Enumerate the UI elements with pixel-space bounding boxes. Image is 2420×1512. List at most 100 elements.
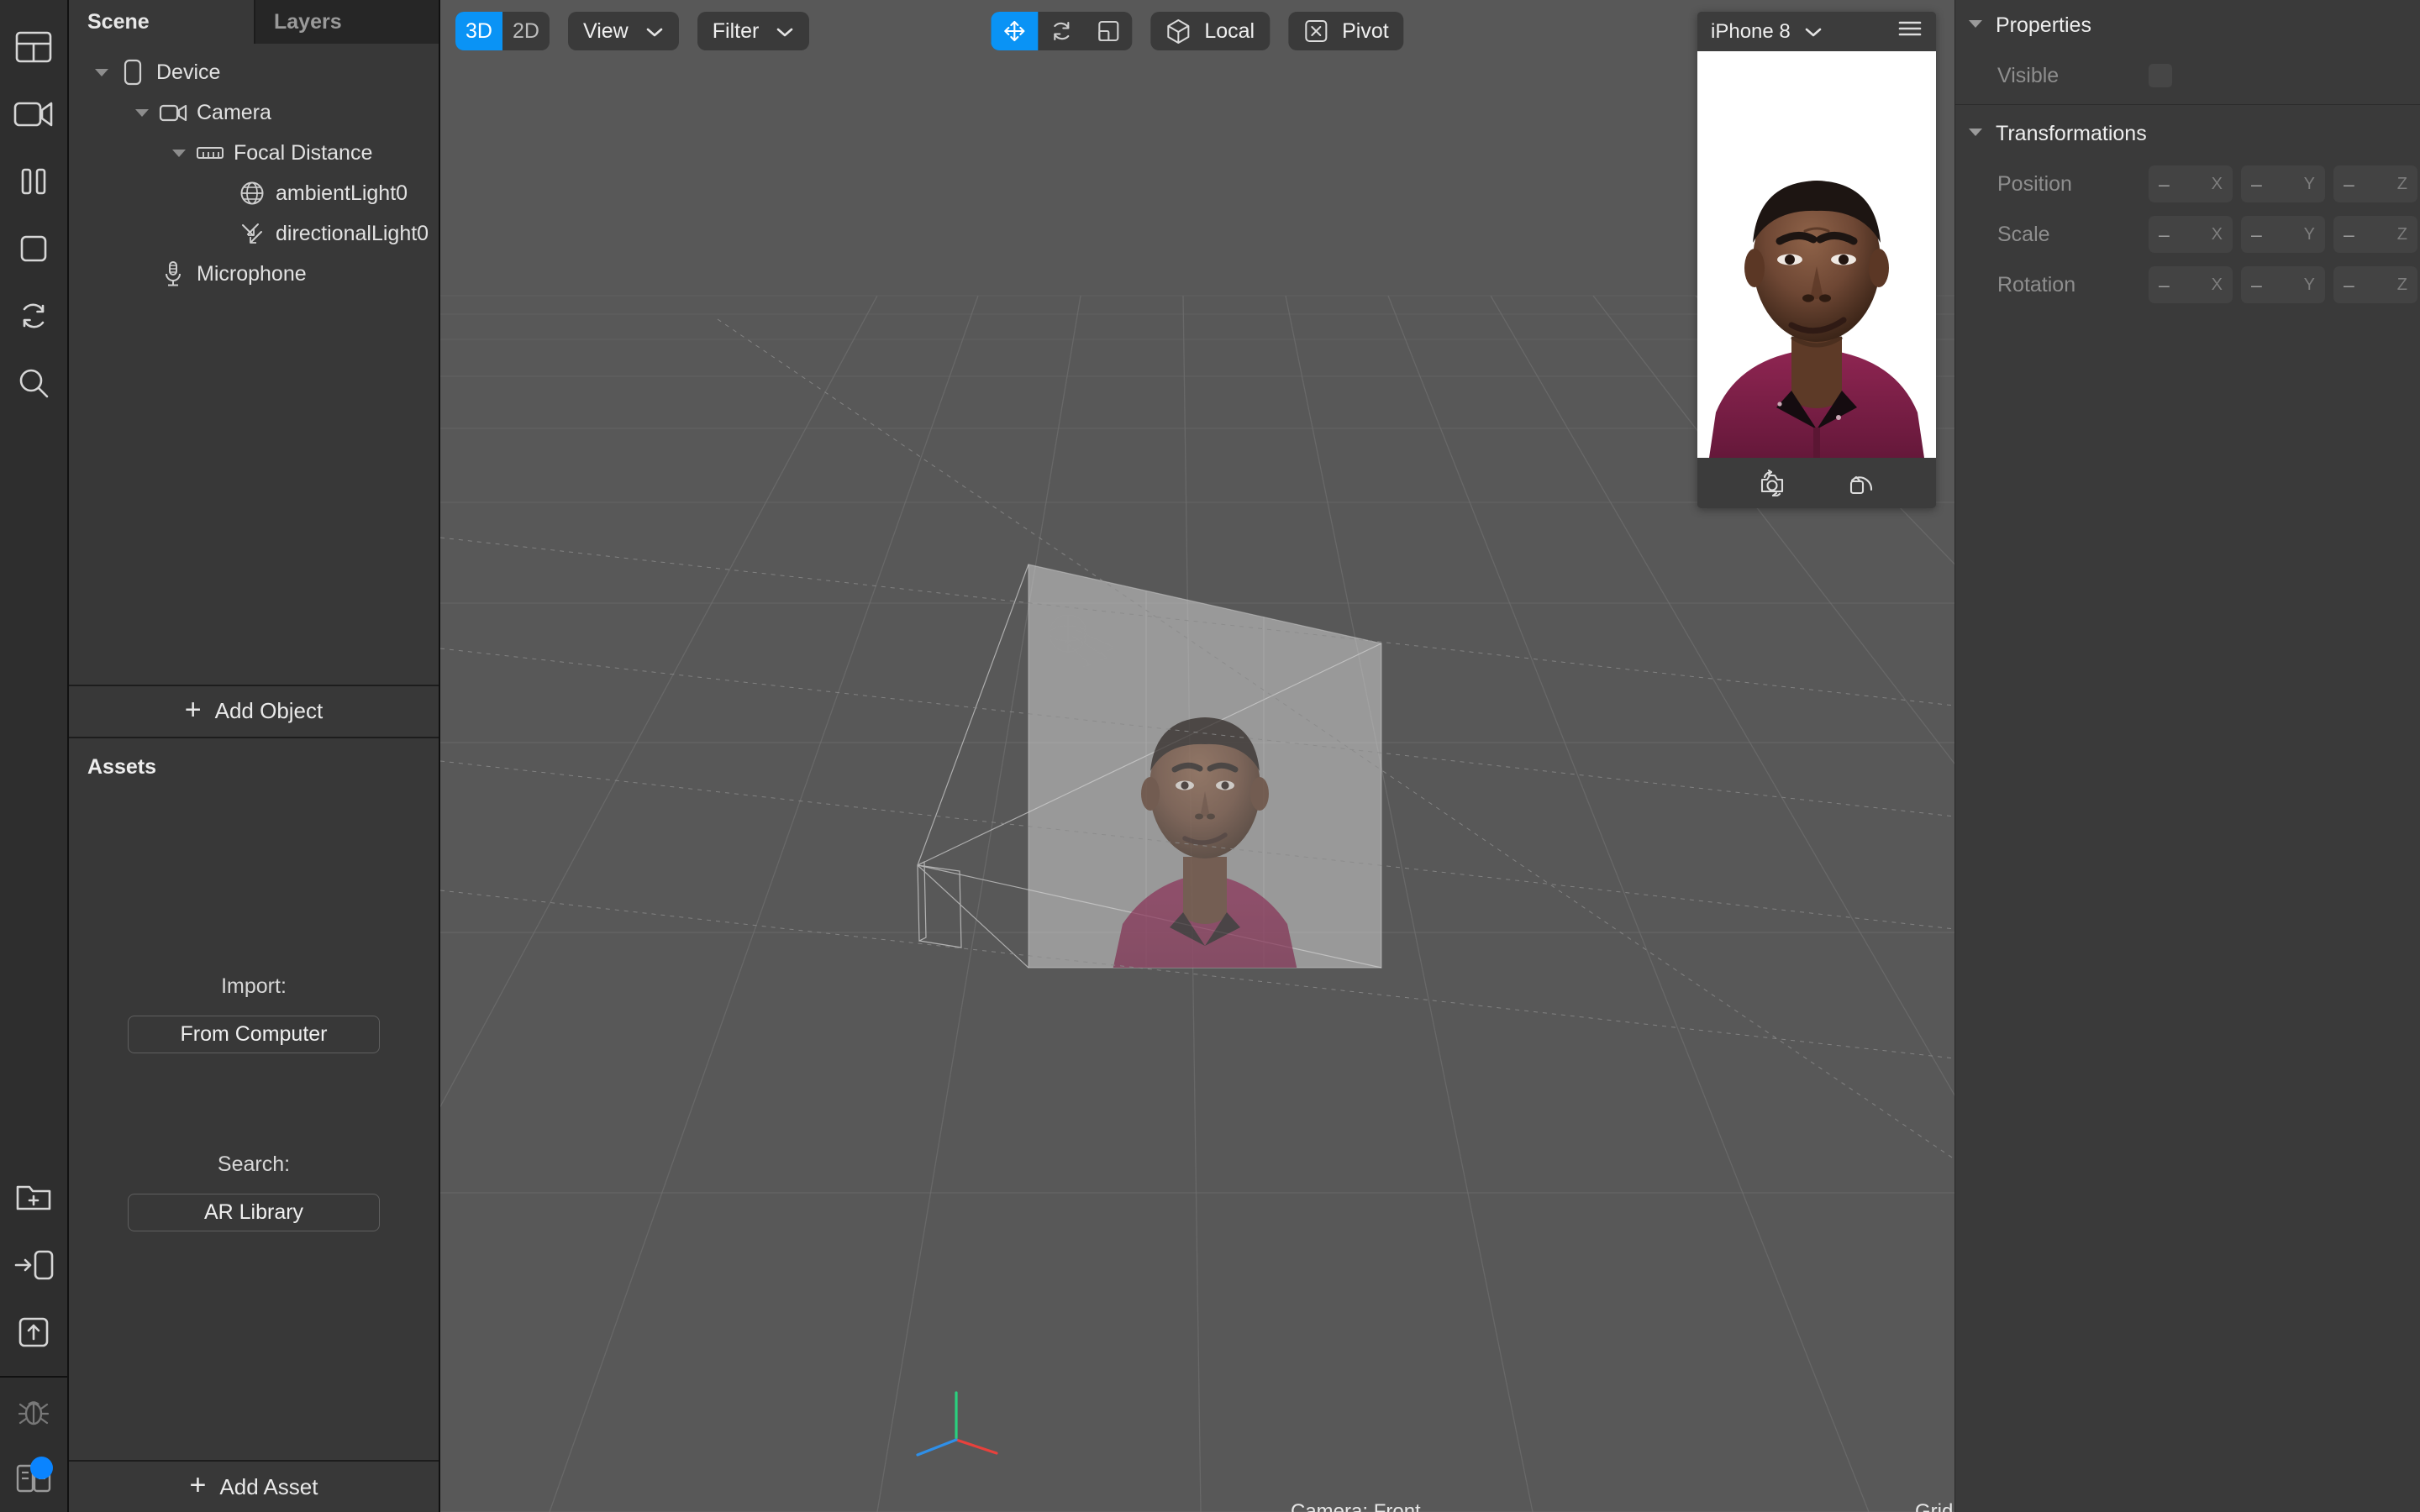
plus-icon: +	[189, 1469, 207, 1501]
position-y-axis: Y	[2303, 174, 2315, 193]
chevron-down-icon	[776, 19, 794, 44]
scene-sidebar: Scene Layers Device Camera Focal Distanc…	[69, 0, 440, 1512]
scale-y-field[interactable]: – Y	[2241, 216, 2325, 253]
properties-panel: Properties Visible Transformations Posit…	[1954, 0, 2420, 1512]
scale-fields: – X – Y – Z	[2149, 216, 2417, 253]
layout-icon[interactable]	[0, 13, 68, 81]
send-to-device-icon[interactable]	[0, 1231, 68, 1299]
chevron-down-icon[interactable]	[91, 61, 113, 83]
scale-x-value: –	[2159, 223, 2170, 245]
visible-label: Visible	[1997, 63, 2060, 87]
tree-item-label: ambientLight0	[276, 181, 408, 205]
globe-icon	[237, 178, 267, 208]
assets-title: Assets	[87, 754, 156, 779]
visible-checkbox[interactable]	[2149, 64, 2172, 87]
docs-icon[interactable]	[0, 1445, 68, 1512]
scale-z-axis: Z	[2396, 224, 2407, 244]
assets-search-group: Search: AR Library	[69, 1152, 439, 1231]
import-caption: Import:	[221, 974, 287, 998]
tree-item-focal-distance[interactable]: Focal Distance	[69, 133, 439, 173]
rotation-y-field[interactable]: – Y	[2241, 266, 2325, 303]
rotation-label: Rotation	[1997, 272, 2076, 297]
viewport-toolbar-left: 3D 2D View Filter	[455, 12, 810, 50]
rotation-row: Rotation – X – Y – Z	[1955, 260, 2420, 310]
transformations-section-title: Transformations	[1996, 121, 2147, 145]
export-icon[interactable]	[0, 1299, 68, 1366]
chevron-down-icon[interactable]	[1967, 18, 1984, 34]
axis-gizmo	[916, 1391, 998, 1457]
rotation-y-value: –	[2251, 273, 2262, 296]
scale-tool-icon[interactable]	[1085, 12, 1132, 50]
position-y-value: –	[2251, 172, 2262, 195]
camera-icon[interactable]	[0, 81, 68, 148]
square-icon[interactable]	[0, 215, 68, 282]
local-space-button[interactable]: Local	[1150, 12, 1270, 50]
position-x-axis: X	[2211, 174, 2223, 193]
new-folder-icon[interactable]	[0, 1164, 68, 1231]
pivot-button[interactable]: Pivot	[1288, 12, 1404, 50]
notification-badge	[30, 1457, 53, 1479]
scale-x-field[interactable]: – X	[2149, 216, 2233, 253]
viewport-toolbar-center: Local Pivot	[991, 12, 1404, 50]
chevron-down-icon[interactable]	[1804, 20, 1823, 44]
mode-3d-button[interactable]: 3D	[455, 12, 502, 50]
axis-z	[916, 1438, 958, 1457]
position-z-field[interactable]: – Z	[2333, 165, 2417, 202]
mode-2d-button[interactable]: 2D	[502, 12, 550, 50]
filter-dropdown[interactable]: Filter	[697, 12, 810, 50]
pause-icon[interactable]	[0, 148, 68, 215]
scale-z-field[interactable]: – Z	[2333, 216, 2417, 253]
scale-y-value: –	[2251, 223, 2262, 245]
device-preview-screen[interactable]	[1697, 51, 1936, 458]
ar-library-button[interactable]: AR Library	[128, 1193, 380, 1231]
axis-x	[955, 1438, 998, 1455]
switch-camera-icon[interactable]	[1757, 470, 1787, 496]
rotate-device-icon[interactable]	[1848, 470, 1876, 496]
rotation-x-field[interactable]: – X	[2149, 266, 2233, 303]
cube-icon	[1165, 18, 1191, 45]
tree-item-label: Microphone	[197, 261, 307, 286]
properties-section-header[interactable]: Properties	[1955, 0, 2420, 50]
scale-label: Scale	[1997, 222, 2050, 246]
chevron-down-icon[interactable]	[168, 142, 190, 164]
tree-item-device[interactable]: Device	[69, 52, 439, 92]
rail-utility-group	[0, 1378, 68, 1512]
position-y-field[interactable]: – Y	[2241, 165, 2325, 202]
search-icon[interactable]	[0, 349, 68, 417]
scale-z-value: –	[2344, 223, 2354, 245]
device-preview-header[interactable]: iPhone 8	[1697, 12, 1936, 51]
hamburger-menu-icon[interactable]	[1897, 19, 1923, 44]
assets-body: Import: From Computer Search: AR Library	[69, 780, 439, 1461]
bug-icon[interactable]	[0, 1378, 68, 1445]
transformations-section-header[interactable]: Transformations	[1955, 108, 2420, 159]
tree-item-ambientlight0[interactable]: ambientLight0	[69, 173, 439, 213]
rail-bottom-group	[0, 1164, 68, 1366]
tree-item-camera[interactable]: Camera	[69, 92, 439, 133]
add-asset-button[interactable]: + Add Asset	[69, 1460, 439, 1512]
tree-item-directionallight0[interactable]: directionalLight0	[69, 213, 439, 254]
scale-x-axis: X	[2211, 224, 2223, 244]
position-x-field[interactable]: – X	[2149, 165, 2233, 202]
sync-icon[interactable]	[0, 282, 68, 349]
rotate-tool-icon[interactable]	[1038, 12, 1085, 50]
tree-item-label: Device	[156, 60, 221, 84]
search-caption: Search:	[217, 1152, 291, 1176]
position-row: Position – X – Y – Z	[1955, 159, 2420, 209]
tree-item-microphone[interactable]: Microphone	[69, 254, 439, 294]
chevron-down-icon[interactable]	[131, 102, 153, 123]
preview-portrait	[1697, 51, 1936, 458]
position-x-value: –	[2159, 172, 2170, 195]
tab-scene[interactable]: Scene	[69, 0, 254, 44]
view-dropdown[interactable]: View	[568, 12, 679, 50]
from-computer-button[interactable]: From Computer	[128, 1015, 380, 1053]
add-object-button[interactable]: + Add Object	[69, 684, 439, 737]
rotation-z-field[interactable]: – Z	[2333, 266, 2417, 303]
transform-tool-group	[991, 12, 1133, 50]
device-preview-panel: iPhone 8	[1697, 12, 1936, 508]
device-preview-toolbar	[1697, 458, 1936, 508]
device-icon	[118, 57, 148, 87]
tab-layers[interactable]: Layers	[254, 0, 439, 44]
chevron-down-icon[interactable]	[1967, 126, 1984, 142]
viewport-3d[interactable]: 3D 2D View Filter Local Pivot iPhone 8 C…	[440, 0, 1954, 1512]
move-tool-icon[interactable]	[991, 12, 1039, 50]
